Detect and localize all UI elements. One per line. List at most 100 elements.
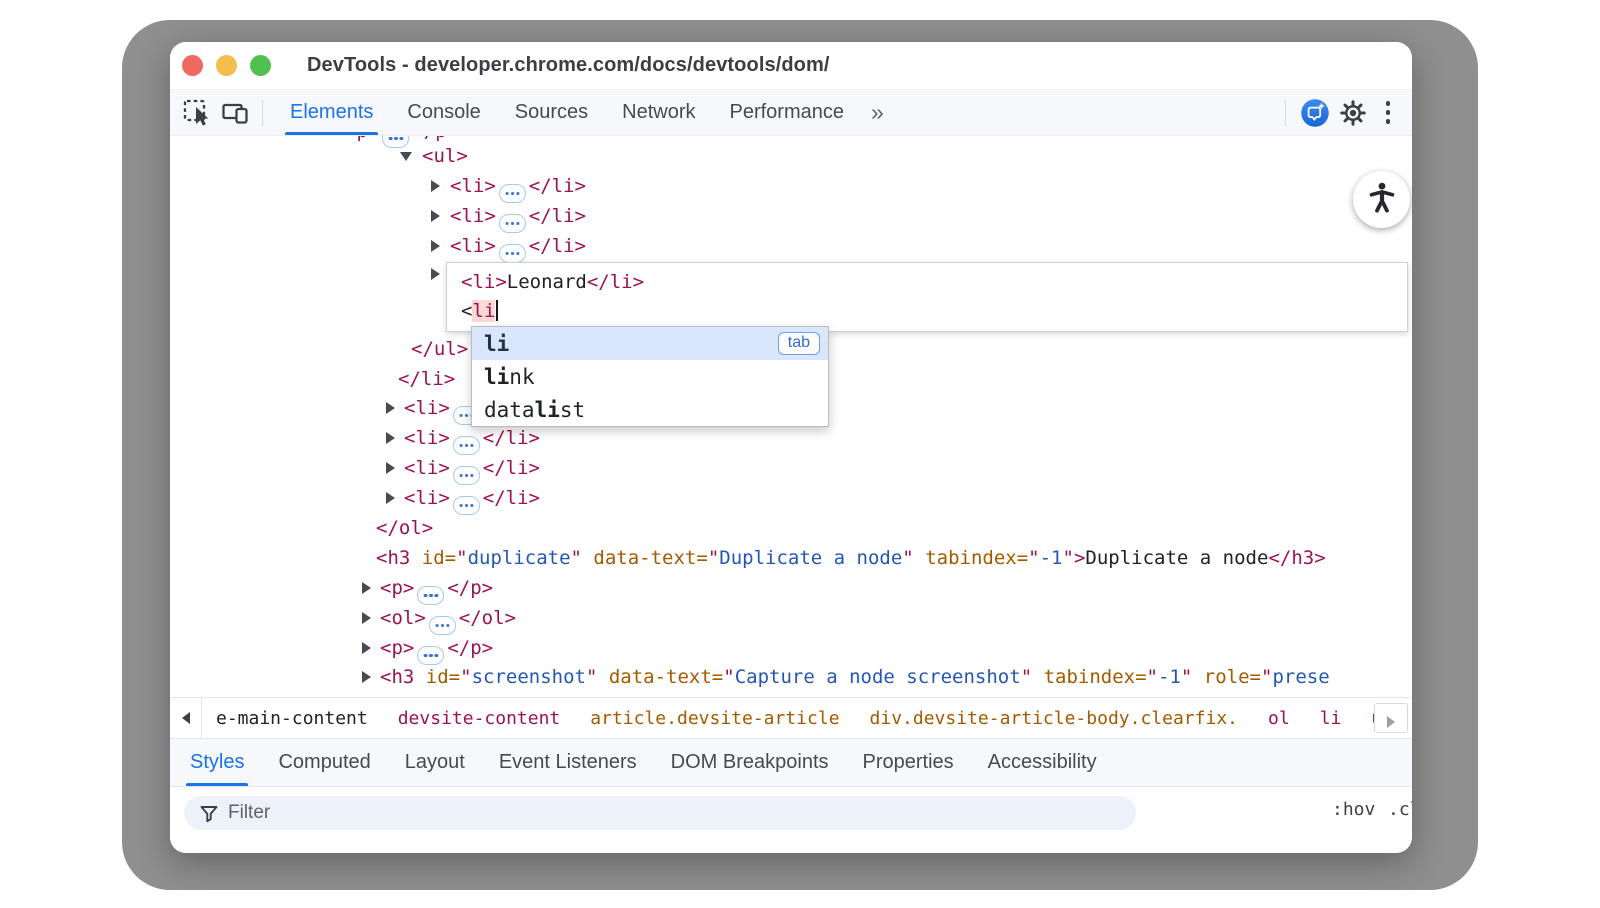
code-token: id [414,666,448,688]
breadcrumb-item[interactable]: e-main-content [211,704,373,733]
code-token: data-text [582,547,696,569]
expand-triangle-icon[interactable] [362,671,371,683]
code-token: </li> [483,427,540,449]
dom-tree-row[interactable]: <li></li> [170,231,1412,261]
tab-event-listeners[interactable]: Event Listeners [482,739,654,786]
breadcrumb-scroll-right-icon[interactable] [1374,703,1408,733]
code-token: <ol> [380,607,426,629]
collapse-triangle-icon[interactable] [400,152,412,161]
code-token: </li> [587,271,644,293]
expand-triangle-icon[interactable] [386,492,395,504]
dom-tree-row[interactable]: <h3 id="screenshot" data-text="Capture a… [170,662,1412,692]
expand-triangle-icon[interactable] [386,432,395,444]
expand-triangle-icon[interactable] [362,612,371,624]
expand-triangle-icon[interactable] [362,642,371,654]
edit-box-line[interactable]: <li [461,297,1407,326]
tab-dom-breakpoints[interactable]: DOM Breakpoints [654,739,846,786]
dom-node-text: </li> [398,364,455,394]
expand-triangle-icon[interactable] [431,268,440,280]
settings-gear-icon[interactable] [1338,98,1368,128]
autocomplete-item-text: li [535,398,560,422]
ellipsis-expand-pill[interactable] [429,616,456,635]
tab-network[interactable]: Network [605,90,712,135]
autocomplete-item[interactable]: link [472,360,828,393]
expand-triangle-icon[interactable] [362,582,371,594]
tab-computed[interactable]: Computed [261,739,387,786]
dom-node-text: <ul> [422,141,468,171]
code-token: <p> [380,637,414,659]
code-token: tabindex [1032,666,1135,688]
styles-toolbar: :hov .cls + [170,786,1412,853]
tab-properties[interactable]: Properties [846,739,971,786]
breadcrumb-item[interactable]: devsite-content [393,704,566,733]
ellipsis-expand-pill[interactable] [499,184,526,203]
ellipsis-expand-pill[interactable] [417,586,444,605]
expand-triangle-icon[interactable] [386,462,395,474]
dom-node-text: </ul> [411,334,468,364]
tab-console[interactable]: Console [390,90,497,135]
code-token: = [712,666,723,688]
inspect-icon[interactable] [182,98,212,128]
dom-tree-row[interactable]: <li></li> [170,423,1412,453]
dom-tree-row[interactable]: <ol></ol> [170,603,1412,633]
code-token: = [696,547,707,569]
close-button[interactable] [182,55,203,76]
breadcrumb-item[interactable]: article.devsite-article [585,704,844,733]
dom-tree-row[interactable]: <li></li> [170,483,1412,513]
accessibility-overlay-button[interactable] [1353,171,1410,228]
code-token: " [1261,666,1272,688]
dom-tree-row[interactable]: <p></p> [170,633,1412,663]
expand-triangle-icon[interactable] [431,240,440,252]
device-toolbar-icon[interactable] [220,98,250,128]
code-token: = [445,547,456,569]
autocomplete-dropdown: litablinkdatalist [471,326,829,427]
autocomplete-item[interactable]: datalist [472,393,828,426]
dom-tree-row[interactable]: <p></p> [170,573,1412,603]
tab-elements[interactable]: Elements [273,90,390,135]
ellipsis-expand-pill[interactable] [453,436,480,455]
tab-accessibility[interactable]: Accessibility [971,739,1114,786]
dom-edit-box[interactable]: <li>Leonard</li><li [446,262,1408,332]
code-token: <li> [450,235,496,257]
code-token: <li> [404,487,450,509]
dom-tree-row[interactable]: </ol> [170,513,1412,543]
dom-tree-row[interactable]: <ul> [170,141,1412,171]
element-classes-toggle[interactable]: .cls [1388,799,1412,820]
overflow-menu-icon[interactable] [1380,101,1397,124]
expand-triangle-icon[interactable] [386,402,395,414]
devtools-toolbar: ElementsConsoleSourcesNetworkPerformance… [170,90,1412,136]
breadcrumb-item[interactable]: div.devsite-article-body.clearfix. [865,704,1243,733]
zoom-button[interactable] [250,55,271,76]
autocomplete-item-text: nk [509,365,534,389]
dom-tree-row[interactable]: <li></li> [170,171,1412,201]
dom-node-text: <li></li> [404,453,540,485]
more-tabs-icon[interactable]: » [861,99,894,126]
expand-triangle-icon[interactable] [431,180,440,192]
breadcrumb-item[interactable]: li [1315,704,1347,733]
dom-tree-row[interactable]: <li></li> [170,201,1412,231]
dom-tree-row[interactable]: <h3 id="duplicate" data-text="Duplicate … [170,543,1412,573]
ellipsis-expand-pill[interactable] [453,466,480,485]
code-token: -1 [1040,547,1063,569]
code-token: " [1028,547,1039,569]
tab-sources[interactable]: Sources [498,90,605,135]
dom-tree-row[interactable]: <li></li> [170,453,1412,483]
code-token: duplicate [468,547,571,569]
dom-node-text: <p></p> [380,573,493,605]
autocomplete-item[interactable]: litab [472,327,828,360]
code-token: tabindex [914,547,1017,569]
ellipsis-expand-pill[interactable] [453,496,480,515]
expand-triangle-icon[interactable] [431,210,440,222]
tab-layout[interactable]: Layout [388,739,482,786]
breadcrumb-scroll-left-icon[interactable] [170,698,202,738]
ellipsis-expand-pill[interactable] [499,214,526,233]
tab-styles[interactable]: Styles [173,739,261,786]
tab-performance[interactable]: Performance [713,90,862,135]
code-token: " [1021,666,1032,688]
minimize-button[interactable] [216,55,237,76]
ai-assistant-icon[interactable] [1300,98,1330,128]
breadcrumb-item[interactable]: ol [1263,704,1295,733]
styles-filter-input[interactable] [184,796,1136,830]
edit-box-line[interactable]: <li>Leonard</li> [461,268,1407,297]
pseudo-state-toggle[interactable]: :hov [1332,799,1375,820]
